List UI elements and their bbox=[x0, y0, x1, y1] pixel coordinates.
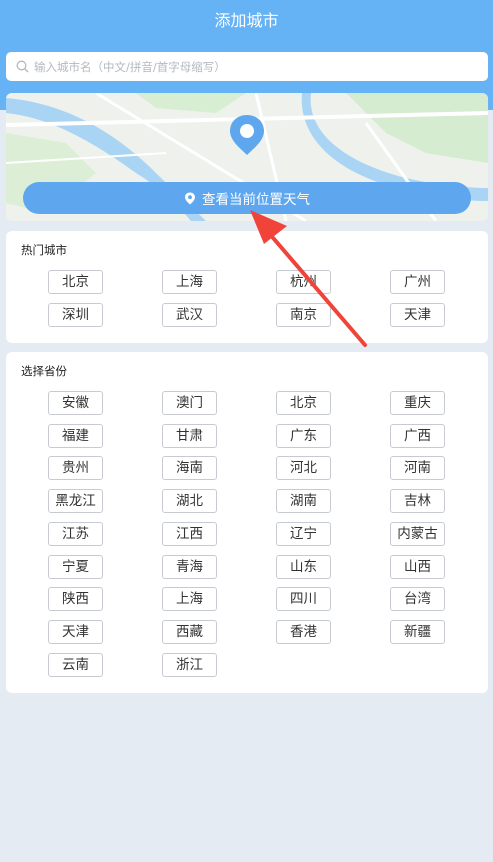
hot-city-chip[interactable]: 武汉 bbox=[162, 303, 217, 327]
province-chip[interactable]: 江西 bbox=[162, 521, 217, 546]
current-location-weather-label: 查看当前位置天气 bbox=[202, 192, 310, 208]
hot-city-chip[interactable]: 深圳 bbox=[48, 303, 103, 327]
provinces-title: 选择省份 bbox=[21, 364, 67, 378]
map-pin-icon bbox=[230, 115, 264, 155]
hot-city-chip[interactable]: 杭州 bbox=[276, 270, 331, 294]
hot-city-chip[interactable]: 天津 bbox=[390, 303, 445, 327]
hot-city-chip[interactable]: 南京 bbox=[276, 303, 331, 327]
province-chip[interactable]: 澳门 bbox=[162, 391, 217, 415]
province-chip[interactable]: 天津 bbox=[48, 619, 103, 644]
province-chip[interactable]: 山西 bbox=[390, 554, 445, 579]
location-map: 查看当前位置天气 bbox=[6, 93, 488, 221]
search-input[interactable]: 输入城市名（中文/拼音/首字母缩写） bbox=[6, 52, 488, 81]
page-title: 添加城市 bbox=[214, 11, 279, 30]
province-chip[interactable]: 山东 bbox=[276, 554, 331, 579]
hot-cities-card: 热门城市 北京 上海 杭州 广州深圳 武汉 南京 天津 bbox=[6, 231, 488, 343]
province-chip[interactable]: 重庆 bbox=[390, 391, 445, 415]
search-placeholder: 输入城市名（中文/拼音/首字母缩写） bbox=[34, 59, 226, 74]
province-chip[interactable]: 西藏 bbox=[162, 619, 217, 644]
province-chip[interactable]: 四川 bbox=[276, 587, 331, 612]
province-chip[interactable]: 台湾 bbox=[390, 587, 445, 612]
hot-cities-title: 热门城市 bbox=[21, 243, 67, 257]
province-chip[interactable]: 广西 bbox=[390, 423, 445, 448]
province-chip[interactable]: 湖南 bbox=[276, 489, 331, 514]
province-chip[interactable]: 甘肃 bbox=[162, 423, 217, 448]
hot-city-chip[interactable]: 北京 bbox=[48, 270, 103, 294]
current-location-weather-button[interactable]: 查看当前位置天气 bbox=[23, 182, 471, 214]
hot-city-chip[interactable]: 上海 bbox=[162, 270, 217, 294]
province-chip[interactable]: 河南 bbox=[390, 456, 445, 481]
province-chip[interactable]: 吉林 bbox=[390, 489, 445, 514]
province-chip[interactable]: 河北 bbox=[276, 456, 331, 481]
province-chip[interactable]: 宁夏 bbox=[48, 554, 103, 579]
province-chip[interactable]: 香港 bbox=[276, 619, 331, 644]
province-chip[interactable]: 浙江 bbox=[162, 652, 217, 677]
province-chip[interactable]: 海南 bbox=[162, 456, 217, 481]
province-chip[interactable]: 青海 bbox=[162, 554, 217, 579]
province-chip[interactable]: 辽宁 bbox=[276, 521, 331, 546]
location-icon bbox=[185, 192, 195, 204]
province-chip[interactable]: 福建 bbox=[48, 423, 103, 448]
province-chip[interactable]: 新疆 bbox=[390, 619, 445, 644]
province-chip[interactable]: 云南 bbox=[48, 652, 103, 677]
province-chip[interactable]: 陕西 bbox=[48, 587, 103, 612]
province-chip[interactable]: 安徽 bbox=[48, 391, 103, 415]
province-chip[interactable]: 黑龙江 bbox=[48, 489, 103, 514]
provinces-card: 选择省份 安徽 澳门 北京 重庆福建 甘肃 广东 广西贵州 海南 河北 河南黑龙江 湖北 湖南 吉林江苏… bbox=[6, 352, 488, 693]
province-chip[interactable]: 湖北 bbox=[162, 489, 217, 514]
search-icon bbox=[16, 60, 29, 73]
hot-city-chip[interactable]: 广州 bbox=[390, 270, 445, 294]
province-chip[interactable]: 江苏 bbox=[48, 521, 103, 546]
province-chip[interactable]: 广东 bbox=[276, 423, 331, 448]
province-chip[interactable]: 北京 bbox=[276, 391, 331, 415]
province-chip[interactable]: 上海 bbox=[162, 587, 217, 612]
province-chip[interactable]: 贵州 bbox=[48, 456, 103, 481]
province-chip[interactable]: 内蒙古 bbox=[390, 521, 445, 546]
